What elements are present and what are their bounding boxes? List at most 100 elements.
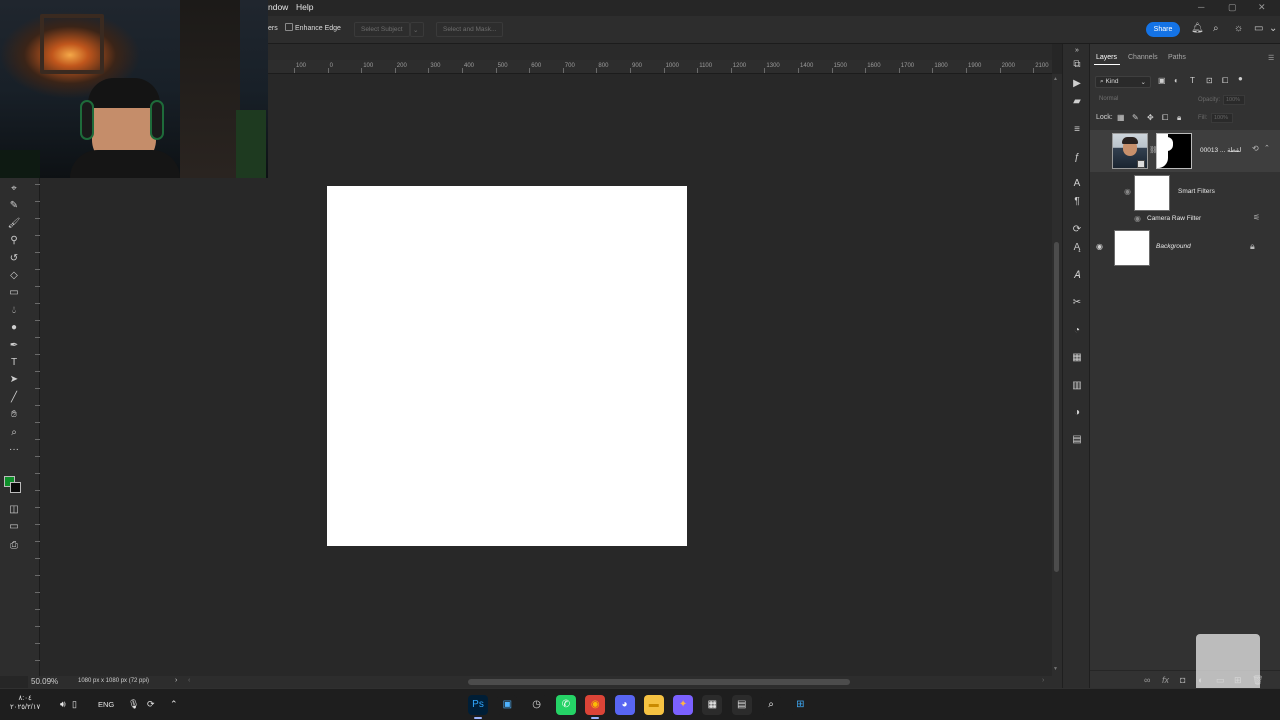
enhance-edge-label[interactable]: Enhance Edge: [295, 25, 341, 32]
vertical-scroll-thumb[interactable]: [1054, 242, 1059, 572]
paragraph-icon[interactable]: ¶: [1070, 195, 1084, 209]
shape-filter-icon[interactable]: ⊡: [1206, 76, 1213, 85]
scroll-up-icon[interactable]: ▲: [1053, 76, 1058, 82]
taskbar-app-chrome-icon[interactable]: ◉: [585, 695, 606, 715]
blend-mode-select[interactable]: Normal: [1095, 94, 1175, 106]
horizontal-ruler[interactable]: 100 0 100 200 300 400 500 600 700 800 900 1000 1100 1…: [268, 60, 1052, 74]
vertical-ruler[interactable]: [28, 178, 40, 676]
zoom-icon[interactable]: ⌕: [6, 426, 22, 440]
bell-icon[interactable]: 🔔︎: [1191, 24, 1204, 34]
panel-menu-icon[interactable]: ☰: [1268, 54, 1274, 62]
language-indicator[interactable]: ENG: [98, 700, 114, 709]
play-actions-icon[interactable]: ▶: [1070, 77, 1084, 91]
adjustments-icon[interactable]: ≡: [1070, 123, 1084, 137]
brush-settings-icon[interactable]: ◔: [1070, 324, 1084, 338]
speaker-icon[interactable]: 🔊︎: [60, 699, 66, 710]
microphone-icon[interactable]: 🎙︎: [128, 699, 139, 710]
fill-input[interactable]: 100%: [1211, 113, 1233, 123]
eye-icon[interactable]: ◉: [1096, 242, 1103, 251]
layer-name[interactable]: لقطة ... 00013: [1200, 146, 1241, 154]
sync-icon[interactable]: ⟳: [147, 699, 155, 710]
scroll-right-icon[interactable]: ›: [1042, 677, 1044, 684]
more-tools-icon[interactable]: ···: [6, 443, 22, 457]
enhance-edge-checkbox[interactable]: [285, 23, 293, 31]
select-and-mask-button[interactable]: Select and Mask...: [436, 22, 504, 37]
tab-paths[interactable]: Paths: [1168, 54, 1186, 61]
character-icon[interactable]: A: [1070, 177, 1084, 191]
opacity-input[interactable]: 100%: [1223, 95, 1245, 105]
taskbar-app-whatsapp-icon[interactable]: ✆: [555, 695, 576, 715]
select-subject-dropdown[interactable]: ⌄: [410, 22, 424, 37]
horizontal-scroll-thumb[interactable]: [468, 679, 850, 685]
taskbar-app-clock-icon[interactable]: ◷: [526, 695, 547, 715]
tool-presets-icon[interactable]: ✂: [1070, 296, 1084, 310]
gradients-icon[interactable]: ▥: [1070, 379, 1084, 393]
layer-row-smart-object[interactable]: ⛓ لقطة ... 00013 ⟲ ⌃: [1090, 130, 1280, 172]
fx-panel-icon[interactable]: ƒ: [1070, 151, 1084, 165]
network-icon[interactable]: ▯: [72, 699, 77, 710]
quick-mask-icon[interactable]: ◫: [6, 503, 22, 517]
kind-filter-select[interactable]: ⌕ Kind ⌄: [1095, 76, 1151, 88]
healing-brush-icon[interactable]: ✎: [6, 199, 22, 213]
taskbar-app-discord-icon[interactable]: ◕: [614, 695, 635, 715]
close-button[interactable]: ✕: [1258, 2, 1266, 13]
lock-position-icon[interactable]: ✥: [1147, 113, 1154, 122]
document-canvas[interactable]: [327, 186, 687, 546]
taskbar-clock[interactable]: ٨:٠٤ ٢٠٢٥/٢/١٧: [10, 694, 40, 712]
filter-name[interactable]: Camera Raw Filter: [1147, 215, 1201, 222]
smart-filter-mask-thumbnail[interactable]: [1134, 175, 1170, 211]
layer-row-smart-filters[interactable]: ◉ Smart Filters: [1090, 172, 1280, 212]
smart-filters-label[interactable]: Smart Filters: [1178, 188, 1215, 195]
filter-toggle-icon[interactable]: ●: [1238, 74, 1243, 83]
mask-icon[interactable]: ◘: [1180, 675, 1185, 685]
history-icon[interactable]: ⧉: [1070, 58, 1084, 72]
taskbar-app-window-icon[interactable]: ▣: [497, 695, 518, 715]
color-icon[interactable]: ◑: [1070, 406, 1084, 420]
eye-icon[interactable]: ◉: [1124, 187, 1131, 196]
menu-window[interactable]: ndow: [268, 2, 288, 12]
filter-options-icon[interactable]: ⚟: [1253, 213, 1260, 222]
layer-row-background[interactable]: ◉ Background 🔒︎: [1090, 228, 1280, 268]
smart-filter-indicator-icon[interactable]: ⟲: [1252, 144, 1259, 153]
taskbar-app-start-icon[interactable]: ⊞: [790, 695, 811, 715]
gradient-icon[interactable]: ▭: [6, 286, 22, 300]
taskbar-app-explorer-icon[interactable]: ▬: [643, 695, 664, 715]
taskbar-app-search-icon[interactable]: ⌕: [761, 695, 781, 715]
paths-icon[interactable]: ⟳: [1070, 223, 1084, 237]
character-styles-icon[interactable]: 𝐴: [1070, 269, 1084, 283]
fx-icon[interactable]: fx: [1162, 675, 1169, 685]
lock-all-icon[interactable]: 🔒︎: [1177, 113, 1181, 123]
eraser-icon[interactable]: ◇: [6, 269, 22, 283]
taskbar-app-copilot-icon[interactable]: ✦: [673, 695, 694, 715]
history-brush-icon[interactable]: ↺: [6, 252, 22, 266]
comments-icon[interactable]: ▰: [1070, 95, 1084, 109]
screen-mode-icon[interactable]: ▭: [6, 520, 22, 534]
search-icon[interactable]: ⌕: [1213, 24, 1219, 34]
minimize-button[interactable]: ─: [1198, 2, 1204, 12]
content-credentials-icon[interactable]: ⎙: [6, 539, 22, 553]
pen-icon[interactable]: ✒: [6, 339, 22, 353]
swatches-icon[interactable]: ▦: [1070, 351, 1084, 365]
menu-help[interactable]: Help: [296, 2, 313, 12]
tray-overflow-icon[interactable]: ⌃: [170, 699, 178, 710]
layer-mask-thumbnail[interactable]: [1156, 133, 1192, 169]
light-bulb-icon[interactable]: ☼: [1234, 24, 1243, 34]
scroll-down-icon[interactable]: ▼: [1053, 666, 1058, 672]
eye-icon[interactable]: ◉: [1134, 214, 1141, 223]
pixel-filter-icon[interactable]: ▣: [1158, 76, 1166, 85]
restore-button[interactable]: ▢: [1228, 2, 1237, 13]
hand-icon[interactable]: ✋︎: [6, 408, 22, 422]
line-icon[interactable]: ╱: [6, 391, 22, 405]
workspace-icon[interactable]: ▭: [1254, 24, 1263, 34]
glyphs-icon[interactable]: Ą: [1070, 241, 1084, 255]
clone-stamp-icon[interactable]: ⚲: [6, 234, 22, 248]
taskbar-app-photoshop-icon[interactable]: Ps: [468, 695, 488, 715]
taskbar-app-store-icon[interactable]: ▦: [702, 695, 723, 715]
layer-row-camera-raw-filter[interactable]: ◉ Camera Raw Filter ⚟: [1090, 212, 1280, 226]
lock-icon[interactable]: 🔒︎: [1250, 241, 1255, 252]
type-filter-icon[interactable]: T: [1190, 76, 1195, 85]
blur-icon[interactable]: 💧︎: [6, 304, 22, 318]
lock-image-icon[interactable]: ✎: [1132, 113, 1139, 122]
dodge-icon[interactable]: ●: [6, 321, 22, 335]
chevron-down-icon[interactable]: ⌄: [1269, 24, 1277, 34]
